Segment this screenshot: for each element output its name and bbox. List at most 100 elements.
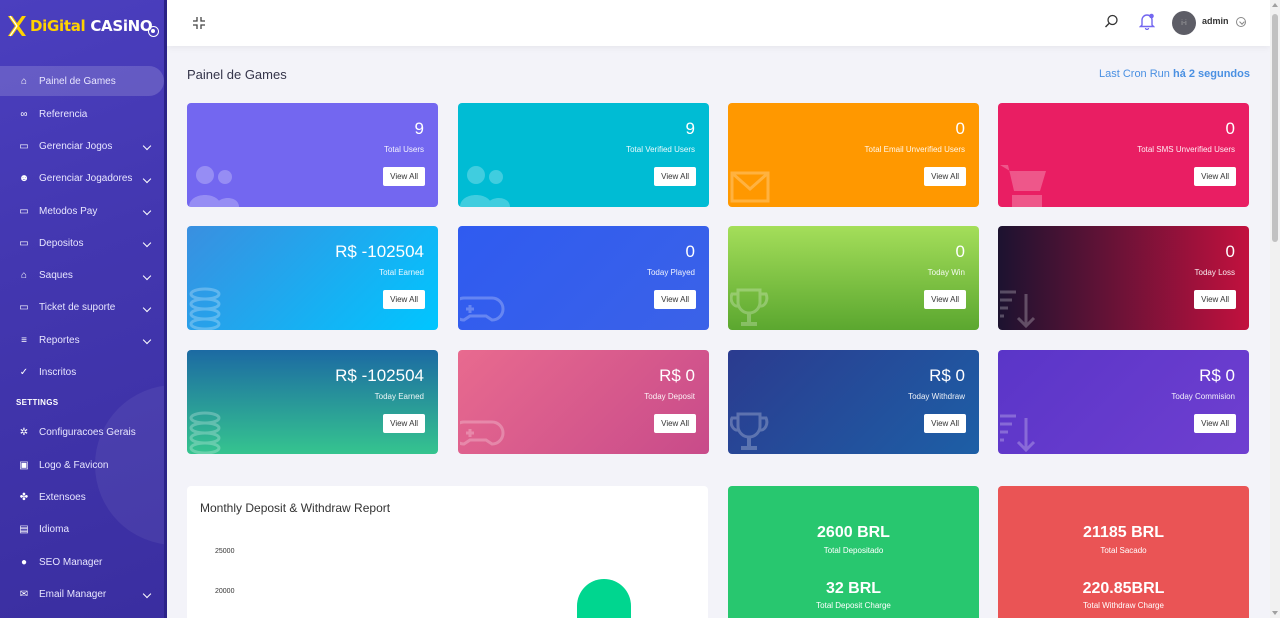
- widget-label: Today Deposit: [644, 392, 695, 401]
- widget-value: 9: [685, 119, 695, 138]
- sidebar-item-label: Logo & Favicon: [39, 459, 109, 471]
- coins-icon: [189, 287, 221, 330]
- sidebar-scrollbar[interactable]: [164, 0, 167, 618]
- widget-label: Total Users: [383, 145, 424, 154]
- chevron-down-icon[interactable]: [142, 303, 152, 313]
- gear-icon: ✲: [19, 427, 29, 439]
- envelope-icon: ✉: [19, 588, 29, 600]
- widget-card-total-verified-users: 9 Total Verified Users View All: [458, 103, 709, 207]
- stat-value: 21185 BRL: [1083, 524, 1164, 541]
- user-name[interactable]: admin: [1202, 16, 1229, 26]
- brand-name: DiGital CASiNO: [30, 17, 153, 35]
- sidebar-item-label: Gerenciar Jogadores: [39, 173, 133, 185]
- stat-label: Total Depositado: [823, 546, 884, 555]
- sidebar-item-referencia[interactable]: ∞ Referencia: [0, 98, 164, 130]
- widget-card-today-commision: R$ 0 Today Commision View All: [998, 350, 1249, 454]
- sidebar-item-email-manager[interactable]: ✉ Email Manager: [0, 578, 164, 610]
- view-all-button[interactable]: View All: [383, 290, 425, 309]
- widget-value: R$ -102504: [335, 366, 424, 385]
- view-all-button[interactable]: View All: [1194, 290, 1236, 309]
- collapse-icon[interactable]: [192, 16, 206, 30]
- sidebar-item-configuracoes-gerais[interactable]: ✲ Configuracoes Gerais: [0, 417, 164, 449]
- sidebar-item-reportes[interactable]: ≡ Reportes: [0, 324, 164, 356]
- chevron-down-icon[interactable]: [142, 174, 152, 183]
- user-menu-chevron-icon[interactable]: [1236, 17, 1246, 27]
- widget-value: 0: [1225, 119, 1235, 138]
- widget-label: Today Played: [646, 268, 695, 277]
- widget-card-today-earned: R$ -102504 Today Earned View All: [187, 350, 438, 454]
- bank-icon: ⌂: [20, 270, 28, 282]
- sort-down-icon: [1000, 290, 1036, 329]
- avatar[interactable]: i-i: [1172, 11, 1196, 35]
- view-all-button[interactable]: View All: [654, 167, 696, 186]
- credit-card-icon: ▭: [19, 205, 29, 217]
- view-all-button[interactable]: View All: [654, 414, 696, 433]
- cron-status: Last Cron Run há 2 segundos: [1098, 68, 1250, 80]
- view-all-button[interactable]: View All: [654, 290, 696, 309]
- sidebar-item-label: Ticket de suporte: [39, 302, 116, 314]
- widget-label: Today Win: [927, 268, 965, 277]
- sidebar-item-depositos[interactable]: ▭ Depositos: [0, 227, 164, 259]
- scroll-down-icon[interactable]: [1272, 611, 1278, 615]
- sidebar-item-gerenciar-jogos[interactable]: ▭ Gerenciar Jogos: [0, 130, 164, 162]
- chevron-down-icon[interactable]: [142, 271, 152, 280]
- sidebar-item-label: Gerenciar Jogos: [39, 140, 113, 152]
- sidebar-item-idioma[interactable]: ▤ Idioma: [0, 514, 164, 546]
- sidebar-item-ticket-de-suporte[interactable]: ▭ Ticket de suporte: [0, 292, 164, 324]
- chevron-down-icon[interactable]: [142, 239, 152, 248]
- sidebar-item-label: SEO Manager: [39, 556, 103, 568]
- sidebar-item-painel-de-games[interactable]: ⌂ Painel de Games: [0, 66, 164, 96]
- image-icon: ▣: [19, 459, 29, 471]
- widget-value: 0: [955, 242, 965, 261]
- sidebar-toggle-icon[interactable]: [148, 26, 159, 37]
- view-all-button[interactable]: View All: [924, 167, 966, 186]
- view-all-button[interactable]: View All: [1194, 414, 1236, 433]
- sidebar-item-gerenciar-jogadores[interactable]: ☻ Gerenciar Jogadores: [0, 163, 164, 195]
- brand-logo[interactable]: DiGital CASiNO: [6, 10, 153, 42]
- link-icon: ∞: [20, 108, 28, 120]
- users-icon: [460, 166, 510, 207]
- sidebar-item-label: Painel de Games: [39, 75, 116, 87]
- widget-label: Total Earned: [379, 268, 424, 277]
- widget-card-total-sms-unverified-users: 0 Total SMS Unverified Users View All: [998, 103, 1249, 207]
- chevron-down-icon[interactable]: [142, 590, 152, 599]
- sidebar-item-label: Inscritos: [39, 367, 77, 379]
- sidebar-item-extensoes[interactable]: ✤ Extensoes: [0, 481, 164, 513]
- view-all-button[interactable]: View All: [924, 290, 966, 309]
- sidebar-item-logo-favicon[interactable]: ▣ Logo & Favicon: [0, 449, 164, 481]
- sidebar-item-saques[interactable]: ⌂ Saques: [0, 259, 164, 291]
- widget-card-total-email-unverified-users: 0 Total Email Unverified Users View All: [728, 103, 979, 207]
- bell-icon[interactable]: [1139, 13, 1155, 30]
- view-all-button[interactable]: View All: [1194, 167, 1236, 186]
- sidebar-item-label: Configuracoes Gerais: [39, 427, 136, 439]
- sidebar-item-label: Depositos: [39, 237, 84, 249]
- view-all-button[interactable]: View All: [383, 167, 425, 186]
- widget-value: 0: [1225, 242, 1235, 261]
- widget-label: Today Loss: [1194, 268, 1235, 277]
- page-scrollbar[interactable]: [1270, 0, 1280, 618]
- widget-card-today-withdraw: R$ 0 Today Withdraw View All: [728, 350, 979, 454]
- sidebar-item-seo-manager[interactable]: ● SEO Manager: [0, 546, 164, 578]
- chart-bar[interactable]: [577, 579, 631, 618]
- envelope-icon: [730, 171, 770, 203]
- scroll-thumb[interactable]: [1272, 14, 1278, 242]
- view-all-button[interactable]: View All: [383, 414, 425, 433]
- sidebar-section-settings: SETTINGS: [16, 398, 59, 408]
- widget-value: 9: [414, 119, 424, 138]
- sidebar-item-label: Extensoes: [39, 491, 86, 503]
- sidebar-item-metodos-pay[interactable]: ▭ Metodos Pay: [0, 195, 164, 227]
- sidebar-item-label: Idioma: [39, 524, 70, 536]
- view-all-button[interactable]: View All: [924, 414, 966, 433]
- sidebar-item-label: Referencia: [39, 108, 88, 120]
- sidebar-item-inscritos[interactable]: ✓ Inscritos: [0, 356, 164, 388]
- chevron-down-icon[interactable]: [142, 142, 152, 151]
- widget-label: Today Commision: [1171, 392, 1235, 401]
- search-icon[interactable]: [1104, 14, 1119, 29]
- sidebar-nav: ⌂ Painel de Games ∞ Referencia ▭ Gerenciar Jo…: [0, 66, 164, 610]
- stat-label: Total Deposit Charge: [816, 601, 891, 610]
- scroll-up-icon[interactable]: [1272, 3, 1278, 7]
- chevron-down-icon[interactable]: [142, 206, 152, 216]
- y-tick-label: 25000: [215, 548, 235, 555]
- chevron-down-icon[interactable]: [142, 335, 152, 345]
- stat-card: 2600 BRL Total Depositado 32 BRL Total Depo…: [728, 486, 979, 618]
